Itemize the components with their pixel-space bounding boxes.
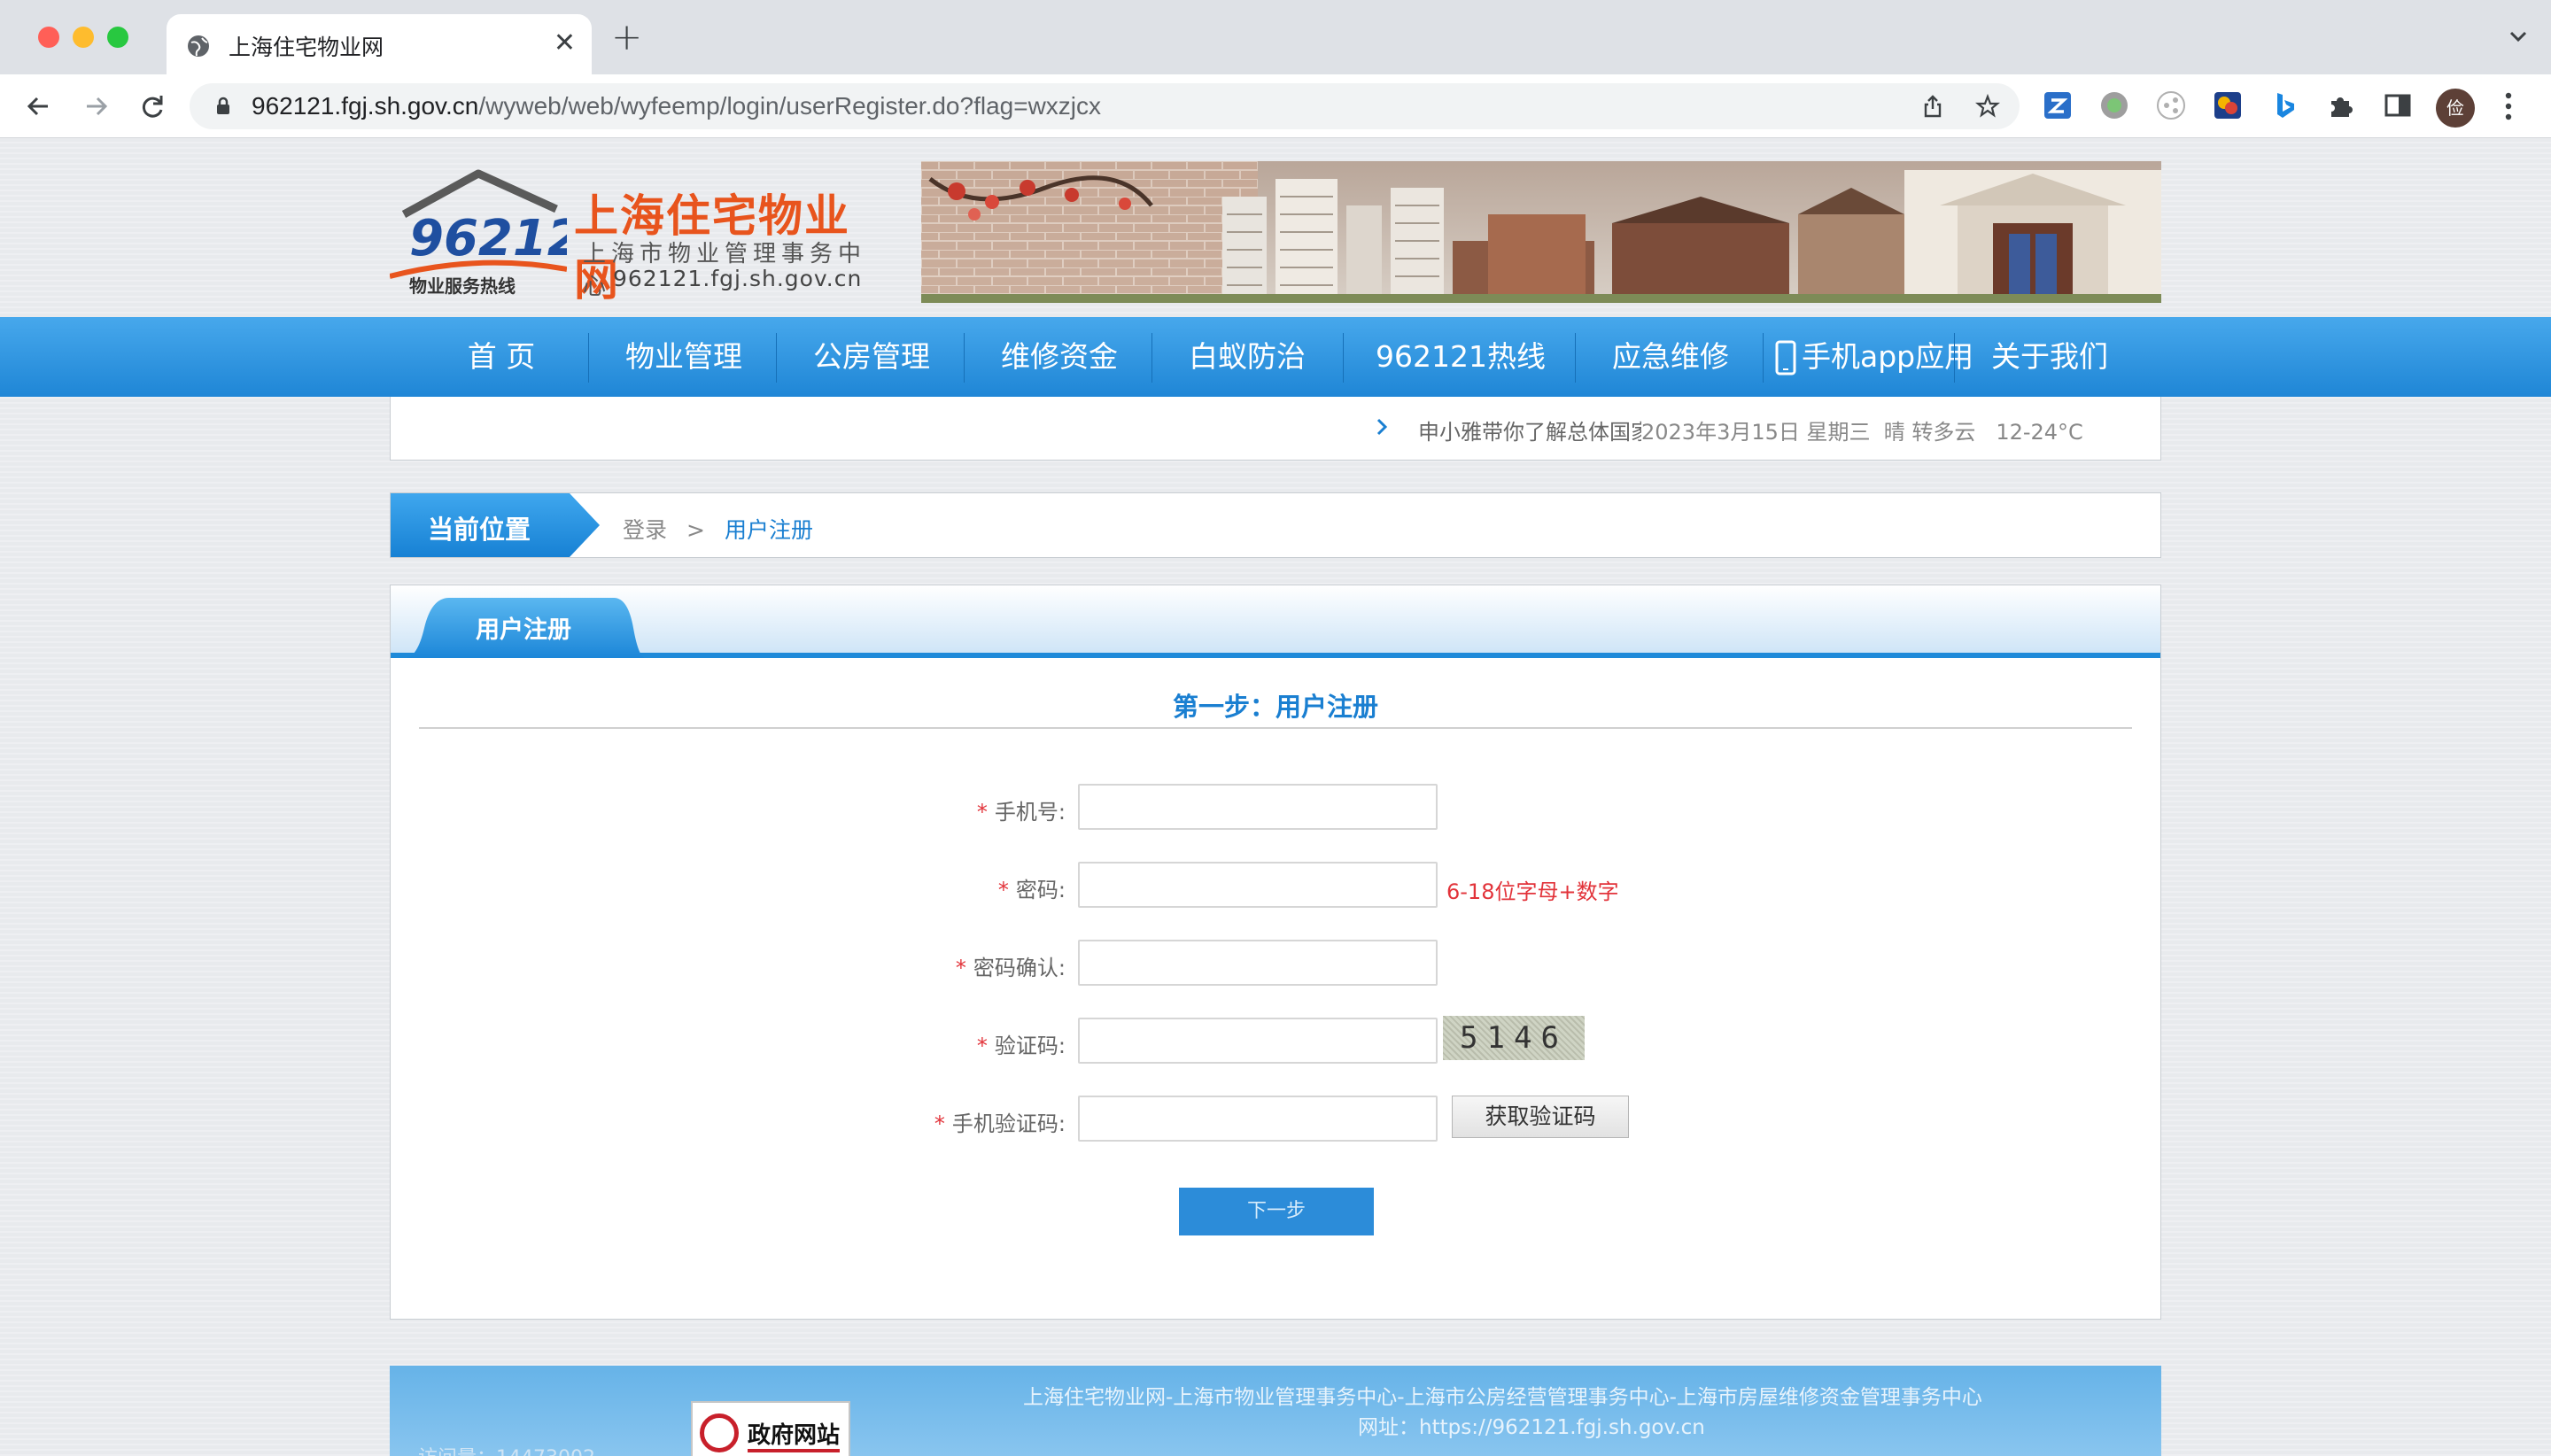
lock-icon	[217, 97, 229, 114]
get-sms-code-button[interactable]: 获取验证码	[1452, 1096, 1629, 1138]
captcha-row: * 验证码: 5146	[391, 1016, 2160, 1067]
link-extension-icon[interactable]	[2156, 90, 2186, 120]
gov-badge-underline	[748, 1449, 840, 1452]
confirm-password-input[interactable]	[1078, 940, 1438, 986]
nav-home[interactable]: 首 页	[432, 317, 570, 397]
nav-property-management[interactable]: 物业管理	[592, 317, 776, 397]
nav-public-housing[interactable]: 公房管理	[779, 317, 964, 397]
forward-icon[interactable]	[78, 89, 113, 124]
share-icon[interactable]	[1920, 94, 1945, 119]
nav-termite-control[interactable]: 白蚁防治	[1155, 317, 1339, 397]
footer-url: 网址：https://962121.fgj.sh.gov.cn	[1358, 1416, 1705, 1439]
password-row: * 密码: 6-18位字母+数字	[391, 862, 2160, 911]
puzzle-extensions-icon[interactable]	[2326, 90, 2356, 120]
main-navigation: 首 页 物业管理 公房管理 维修资金 白蚁防治 962121热线 应急维修 手机…	[0, 317, 2551, 397]
breadcrumb-path: 登录 > 用户注册	[623, 517, 813, 543]
bing-icon[interactable]	[2269, 90, 2299, 120]
nav-divider	[964, 333, 965, 383]
tab-user-register[interactable]: 用户注册	[405, 592, 646, 658]
nav-divider	[1954, 333, 1955, 383]
phone-input[interactable]	[1078, 784, 1438, 830]
sms-code-row: * 手机验证码: 获取验证码	[391, 1096, 2160, 1145]
bookmark-star-icon[interactable]	[1975, 94, 2000, 119]
sms-code-label: * 手机验证码:	[934, 1111, 1066, 1136]
chevron-right-icon[interactable]	[1376, 416, 1388, 438]
url-text: 962121.fgj.sh.gov.cn/wyweb/web/wyfeemp/l…	[252, 92, 1102, 120]
phone-row: * 手机号:	[391, 784, 2160, 833]
globe-icon	[188, 35, 209, 57]
browser-titlebar: 上海住宅物业网 ✕ +	[0, 0, 2551, 74]
nav-hotline[interactable]: 962121热线	[1346, 317, 1575, 397]
browser-toolbar: 962121.fgj.sh.gov.cn/wyweb/web/wyfeemp/l…	[0, 74, 2551, 138]
registration-panel: 用户注册 第一步：用户注册 * 手机号: * 密码: 6-18位字母+数字 * 密码确…	[390, 585, 2161, 1320]
nav-maintenance-fund[interactable]: 维修资金	[967, 317, 1151, 397]
next-step-button[interactable]: 下一步	[1179, 1188, 1374, 1235]
breadcrumb-login-link[interactable]: 登录	[623, 517, 667, 543]
more-menu-icon[interactable]	[2505, 92, 2512, 120]
nav-divider	[1575, 333, 1576, 383]
sms-code-input[interactable]	[1078, 1096, 1438, 1142]
gov-website-badge[interactable]: 政府网站	[691, 1401, 850, 1456]
news-ticker: 申小雅带你了解总体国家安全观 2023年3月15日 星期三 晴 转多云 12-2…	[390, 397, 2161, 461]
site-footer: 上海住宅物业网-上海市物业管理事务中心-上海市公房经营管理事务中心-上海市房屋维…	[390, 1366, 2161, 1456]
chevron-down-icon[interactable]	[2508, 27, 2528, 46]
zotero-extension-icon[interactable]	[2043, 90, 2073, 120]
address-bar[interactable]: 962121.fgj.sh.gov.cn/wyweb/web/wyfeemp/l…	[190, 83, 2020, 129]
house-logo-icon: 962121 物业服务热线	[390, 169, 567, 297]
phone-label: * 手机号:	[976, 800, 1066, 825]
panel-header: 用户注册	[391, 585, 2160, 658]
breadcrumb: 当前位置 登录 > 用户注册	[390, 492, 2161, 558]
divider	[419, 727, 2132, 729]
minimize-window-button[interactable]	[73, 27, 94, 48]
browser-tab[interactable]: 上海住宅物业网 ✕	[167, 14, 592, 74]
nav-divider	[1151, 333, 1152, 383]
confirm-password-label: * 密码确认:	[955, 956, 1066, 980]
captcha-input[interactable]	[1078, 1018, 1438, 1064]
web-page: 962121 物业服务热线 上海住宅物业网 上海市物业管理事务中心 962121…	[0, 138, 2551, 1456]
side-panel-icon[interactable]	[2383, 90, 2413, 120]
nav-divider	[588, 333, 589, 383]
current-location-label: 当前位置	[428, 515, 531, 545]
step-title: 第一步：用户注册	[1172, 692, 1378, 722]
footer-organizations: 上海住宅物业网-上海市物业管理事务中心-上海市公房经营管理事务中心-上海市房屋维…	[1023, 1386, 1982, 1409]
reload-icon[interactable]	[135, 89, 170, 124]
captcha-image[interactable]: 5146	[1443, 1016, 1585, 1060]
ticker-news-link[interactable]: 申小雅带你了解总体国家安全观	[1418, 414, 1641, 445]
maximize-window-button[interactable]	[107, 27, 128, 48]
nav-about-us[interactable]: 关于我们	[1958, 317, 2142, 397]
site-logo[interactable]: 962121 物业服务热线 上海住宅物业网 上海市物业管理事务中心 962121…	[390, 165, 886, 306]
nav-divider	[1343, 333, 1344, 383]
visit-counter: 访问量：14473002	[418, 1442, 595, 1456]
password-input[interactable]	[1078, 862, 1438, 908]
password-label: * 密码:	[997, 878, 1066, 902]
nav-divider	[776, 333, 777, 383]
breadcrumb-current: 用户注册	[724, 517, 813, 543]
nav-mobile-app-label: 手机app应用	[1802, 339, 1974, 374]
new-tab-button[interactable]: +	[611, 19, 642, 56]
nav-divider	[1763, 333, 1764, 383]
site-url: 962121.fgj.sh.gov.cn	[613, 266, 863, 291]
back-icon[interactable]	[21, 89, 57, 124]
captcha-label: * 验证码:	[976, 1034, 1066, 1058]
nav-mobile-app[interactable]: 手机app应用	[1766, 317, 1973, 397]
profile-avatar[interactable]: 俭	[2436, 89, 2475, 128]
header-banner-image	[921, 161, 2161, 303]
password-hint: 6-18位字母+数字	[1446, 879, 1619, 904]
svg-text:物业服务热线: 物业服务热线	[409, 275, 516, 297]
color-picker-extension-icon[interactable]	[2213, 90, 2243, 120]
mobile-phone-icon	[1775, 340, 1796, 376]
green-dot-extension-icon[interactable]	[2099, 90, 2129, 120]
tab-close-icon[interactable]: ✕	[554, 28, 576, 58]
date-weather: 2023年3月15日 星期三 晴 转多云 12-24°C	[1641, 420, 2083, 445]
tab-title: 上海住宅物业网	[229, 35, 384, 60]
close-window-button[interactable]	[38, 27, 59, 48]
confirm-password-row: * 密码确认:	[391, 940, 2160, 989]
svg-text:962121: 962121	[409, 210, 567, 267]
gov-seal-icon	[700, 1413, 739, 1452]
nav-emergency-repair[interactable]: 应急维修	[1578, 317, 1763, 397]
